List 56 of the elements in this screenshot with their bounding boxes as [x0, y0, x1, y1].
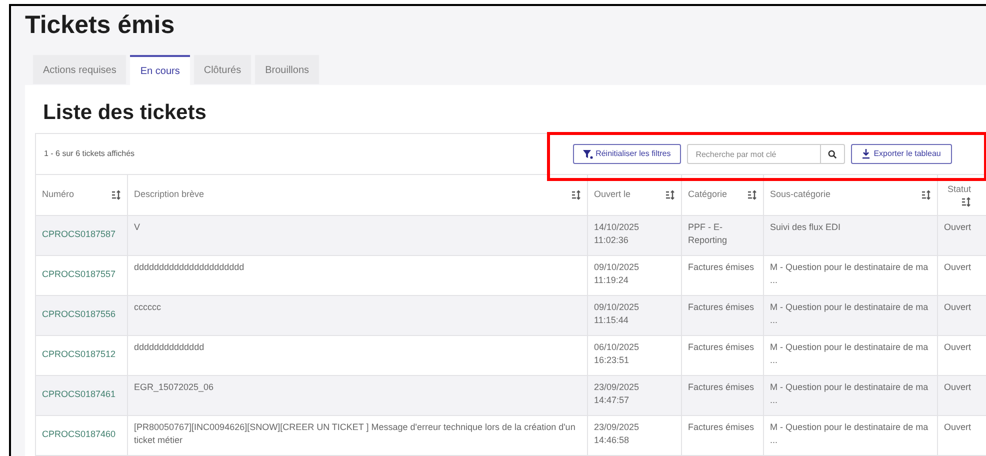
export-table-button[interactable]: Exporter le tableau [850, 144, 952, 164]
sort-icon[interactable] [111, 190, 121, 200]
table-cell-text: Factures émises [688, 301, 756, 314]
section-title: Liste des tickets [43, 100, 206, 126]
search-field[interactable]: Recherche par mot clé [686, 144, 821, 164]
table-cell-text: M - Question pour le destinataire de ma ... [770, 261, 930, 287]
ticket-link[interactable]: CPROCS0187557 [42, 269, 116, 279]
table-cell-text: Ouvert [944, 341, 972, 354]
table-cell-text: Factures émises [688, 341, 756, 354]
table-cell-text: Ouvert [944, 301, 972, 314]
table-cell-text: 06/10/2025 16:23:51 [594, 341, 640, 367]
table-cell-text: 23/09/2025 14:46:58 [594, 421, 640, 447]
sort-icon[interactable] [961, 196, 971, 207]
table-cell-text: dddddddddddddd [134, 341, 206, 354]
table-cell-text: M - Question pour le destinataire de ma ... [770, 381, 930, 407]
tab[interactable]: Clôturés [194, 55, 252, 84]
ticket-link[interactable]: CPROCS0187460 [42, 429, 116, 439]
table-cell-text: V [134, 221, 142, 234]
table-cell-text: M - Question pour le destinataire de ma ... [770, 301, 930, 327]
download-icon [862, 149, 870, 159]
table-cell-text: Ouvert [944, 381, 972, 394]
table-cell-text: PPF - E-Reporting [688, 221, 728, 247]
result-count: 1 - 6 sur 6 tickets affichés [44, 148, 135, 160]
sort-icon[interactable] [665, 190, 675, 200]
search-icon [828, 150, 837, 158]
table-cell-text: Ouvert [944, 221, 972, 234]
table-cell-text: Factures émises [688, 381, 756, 394]
tab[interactable]: En cours [130, 55, 190, 85]
ticket-link[interactable]: CPROCS0187587 [42, 229, 116, 239]
search-button[interactable] [820, 144, 845, 164]
reset-filters-button[interactable]: Réinitialiser les filtres [572, 144, 681, 164]
table-cell-text: M - Question pour le destinataire de ma ... [770, 341, 930, 367]
table-cell-text: [PR80050767][INC0094626][SNOW][CREER UN TICKET ] Message d'erreur technique lors de la création d'un ticket métier [134, 421, 576, 447]
sort-icon[interactable] [747, 190, 757, 200]
ticket-link[interactable]: CPROCS0187556 [42, 309, 116, 319]
ticket-link[interactable]: CPROCS0187512 [42, 349, 116, 359]
ticket-link[interactable]: CPROCS0187461 [42, 389, 116, 399]
table-cell-text: Factures émises [688, 421, 756, 434]
sort-icon[interactable] [571, 190, 581, 200]
table-cell-text: 09/10/2025 11:19:24 [594, 261, 640, 287]
filter-icon [582, 149, 593, 159]
page-title: Tickets émis [25, 10, 175, 40]
table-cell-text: Suivi des flux EDI [770, 221, 842, 234]
table-cell-text: EGR_15072025_06 [134, 381, 215, 394]
table-cell-text: cccccc [134, 301, 162, 314]
table-cell-text: Ouvert [944, 261, 972, 274]
table-cell-text: Factures émises [688, 261, 756, 274]
table-cell-text: 09/10/2025 11:15:44 [594, 301, 640, 327]
table-cell-text: dddddddddddddddddddddd [134, 261, 246, 274]
table-cell-text: M - Question pour le destinataire de ma ... [770, 421, 930, 447]
tab[interactable]: Brouillons [255, 55, 320, 84]
table-cell-text: 14/10/2025 11:02:36 [594, 221, 640, 247]
tab[interactable]: Actions requises [33, 55, 126, 84]
sort-icon[interactable] [921, 190, 931, 200]
table-cell-text: 23/09/2025 14:47:57 [594, 381, 640, 407]
table-cell-text: Ouvert [944, 421, 972, 434]
